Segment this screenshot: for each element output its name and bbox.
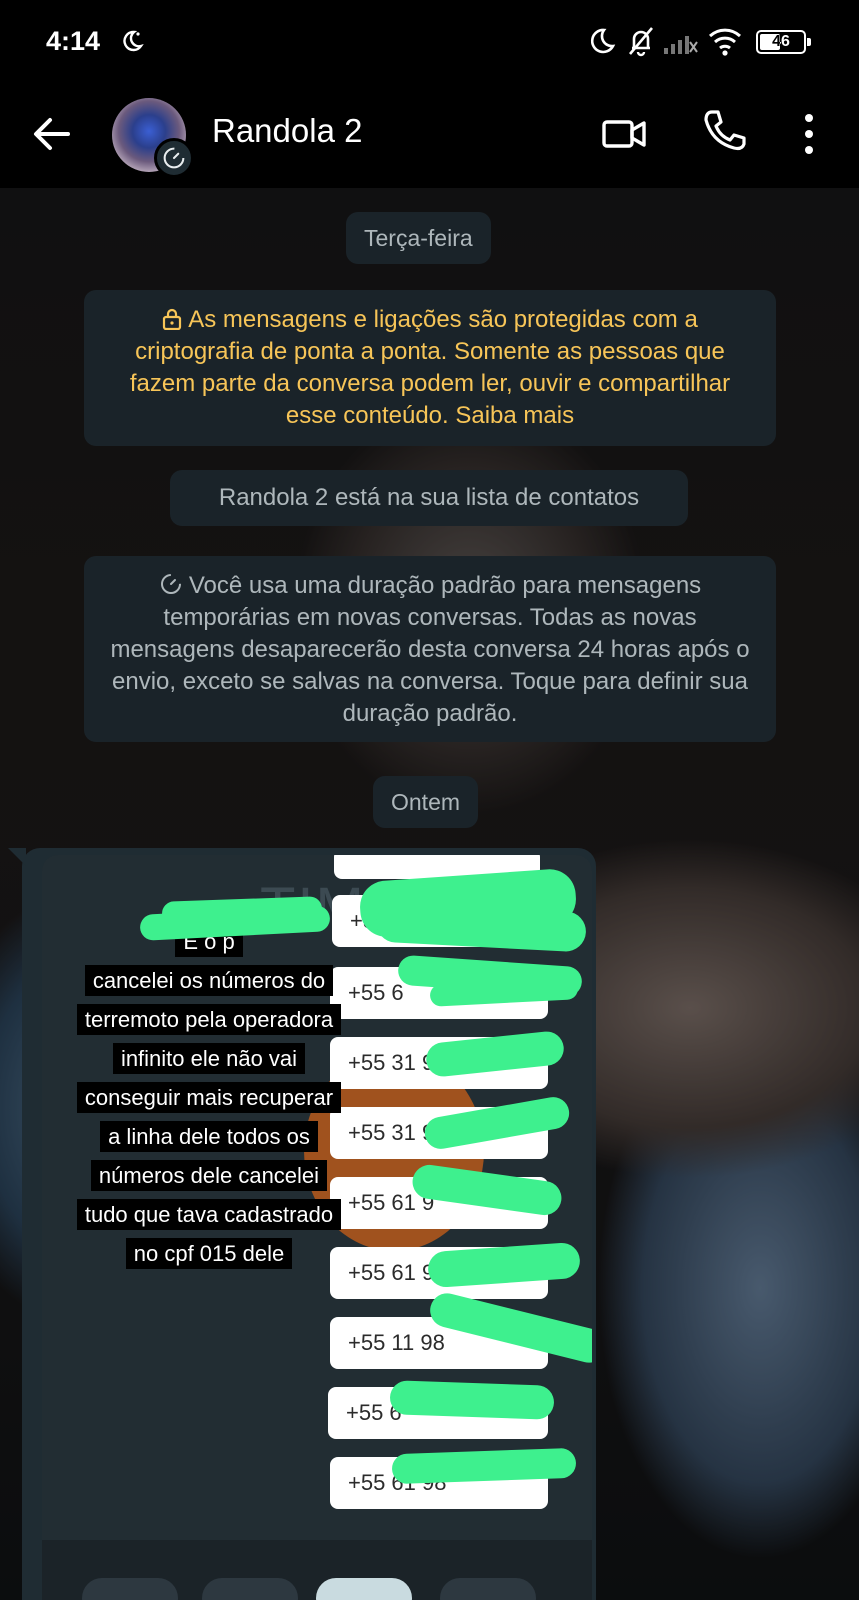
signal-icon <box>664 36 698 54</box>
story-line: conseguir mais recuperar <box>76 1082 342 1113</box>
disappearing-notice-text: Você usa uma duração padrão para mensage… <box>110 572 750 727</box>
bubble-tail <box>8 848 26 866</box>
video-call-icon[interactable] <box>600 110 648 158</box>
bottom-pill <box>82 1578 178 1600</box>
redaction-mark <box>389 1380 555 1420</box>
date-chip-label: Ontem <box>391 789 461 815</box>
contact-notice-text: Randola 2 está na sua lista de contatos <box>218 484 640 511</box>
phone-icon[interactable] <box>700 106 748 154</box>
lock-icon <box>163 308 182 330</box>
status-bar: 4:14 46 <box>0 0 859 84</box>
chat-header: Randola 2 <box>0 84 859 188</box>
screenshot-bottom-bar <box>42 1540 592 1600</box>
encryption-notice-text: As mensagens e ligações são protegidas c… <box>129 306 731 429</box>
story-line: a linha dele todos os <box>100 1121 318 1152</box>
do-not-disturb-moon-icon <box>590 28 616 54</box>
bottom-pill <box>316 1578 412 1600</box>
story-line: terremoto pela operadora <box>76 1004 342 1035</box>
moon-star-icon <box>123 30 144 52</box>
date-chip-label: Terça-feira <box>364 225 473 251</box>
bottom-pill <box>440 1578 536 1600</box>
story-line: tudo que tava cadastrado <box>76 1199 342 1230</box>
date-chip: Ontem <box>373 776 479 828</box>
more-vert-icon[interactable] <box>796 108 822 160</box>
story-line: infinito ele não vai <box>112 1043 306 1074</box>
wifi-icon <box>708 28 742 56</box>
story-line: números dele cancelei <box>90 1160 328 1191</box>
status-time: 4:14 <box>46 26 101 56</box>
date-chip: Terça-feira <box>346 212 491 264</box>
contact-notice: Randola 2 está na sua lista de contatos <box>170 470 688 526</box>
disappearing-timer-icon <box>154 138 194 178</box>
muted-bell-icon <box>629 27 653 57</box>
phone-number: +55 11 98 <box>348 1330 445 1355</box>
disappearing-messages-notice[interactable]: Você usa uma duração padrão para mensage… <box>84 556 776 742</box>
bottom-pill <box>202 1578 298 1600</box>
story-caption: É o p cancelei os números do terremoto p… <box>56 922 362 1273</box>
redaction-mark <box>391 1447 577 1485</box>
battery-indicator: 46 <box>756 30 811 54</box>
contact-name[interactable]: Randola 2 <box>212 112 362 150</box>
encryption-notice[interactable]: As mensagens e ligações são protegidas c… <box>84 290 776 446</box>
battery-level: 46 <box>772 33 790 50</box>
back-arrow-icon[interactable] <box>28 110 76 158</box>
story-line: no cpf 015 dele <box>125 1238 293 1269</box>
story-line: cancelei os números do <box>84 965 334 996</box>
timer-icon <box>160 574 181 594</box>
